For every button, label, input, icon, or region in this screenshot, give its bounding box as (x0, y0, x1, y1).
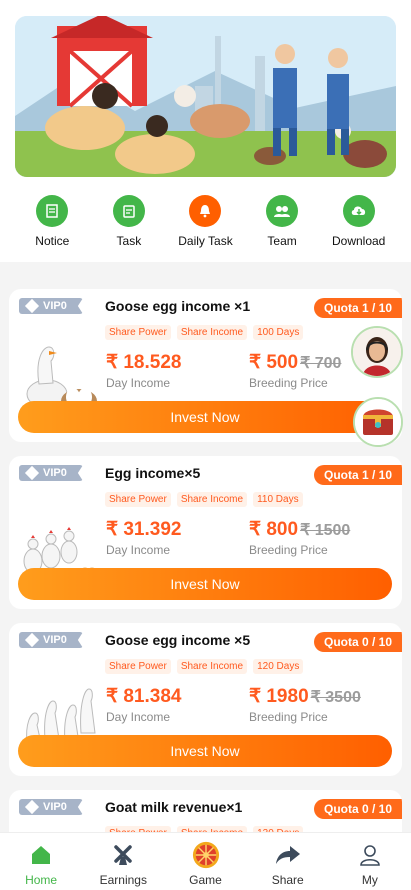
task-icon (112, 195, 145, 227)
vip-label: VIP0 (43, 300, 67, 312)
day-income-label: Day Income (106, 710, 171, 724)
product-tags: Share Power Share Income 110 Days (105, 492, 303, 507)
tag-share-power: Share Power (105, 492, 171, 507)
quick-link-label: Download (331, 234, 386, 248)
invest-now-button[interactable]: Invest Now (18, 568, 392, 600)
quick-link-daily-task[interactable]: Daily Task (170, 195, 240, 248)
quota-badge: Quota 1 / 10 (314, 298, 402, 318)
product-card: VIP0 Egg income×5 Quota 1 / 10 Share Pow… (9, 456, 402, 609)
quick-link-label: Notice (35, 234, 70, 248)
tab-label: Share (271, 873, 304, 887)
tag-share-income: Share Income (176, 659, 248, 674)
vip-badge: VIP0 (19, 298, 83, 314)
quick-link-notice[interactable]: Notice (17, 195, 87, 248)
home-icon (27, 841, 55, 869)
vip-badge: VIP0 (19, 465, 83, 481)
quick-link-task[interactable]: Task (94, 195, 164, 248)
original-price: ₹ 700 (300, 355, 342, 372)
vip-label: VIP0 (43, 467, 67, 479)
farm-banner[interactable] (15, 16, 396, 177)
tab-label: Earnings (99, 873, 147, 887)
vip-label: VIP0 (43, 801, 67, 813)
product-card: VIP0 Goose egg income ×1 Quota 1 / 10 Sh… (9, 289, 402, 442)
quick-link-team[interactable]: Team (247, 195, 317, 248)
product-card: VIP0 Goose egg income ×5 Quota 0 / 10 Sh… (9, 623, 402, 776)
notice-icon (36, 195, 69, 227)
tab-label: My (361, 873, 378, 887)
breeding-price: ₹ 800 ₹ 1500 Breeding Price (249, 518, 350, 557)
windmill-icon (109, 841, 137, 869)
treasure-chest-icon (355, 399, 401, 445)
tab-my[interactable]: My (329, 833, 411, 890)
vip-badge: VIP0 (19, 632, 83, 648)
day-income-label: Day Income (106, 376, 171, 390)
day-income-amount: ₹ 81.384 (106, 686, 182, 707)
quota-badge: Quota 1 / 10 (314, 465, 402, 485)
original-price: ₹ 3500 (310, 689, 361, 706)
product-title: Egg income×5 (105, 465, 201, 481)
share-icon (274, 841, 302, 869)
tab-earnings[interactable]: Earnings (82, 833, 164, 890)
day-income-amount: ₹ 18.528 (106, 352, 182, 373)
tab-home[interactable]: Home (0, 833, 82, 890)
breeding-price-label: Breeding Price (249, 376, 328, 390)
quick-link-label: Team (267, 234, 297, 248)
quota-badge: Quota 0 / 10 (314, 632, 402, 652)
day-income-label: Day Income (106, 543, 171, 557)
customer-service-button[interactable] (351, 326, 403, 378)
tag-share-income: Share Income (176, 325, 248, 340)
original-price: ₹ 1500 (300, 522, 351, 539)
day-income: ₹ 81.384 Day Income (106, 685, 181, 724)
quick-link-label: Task (116, 234, 142, 248)
breeding-price: ₹ 1980 ₹ 3500 Breeding Price (249, 685, 361, 724)
header-section: Notice Task Daily Task Team Download (0, 0, 411, 262)
invest-now-button[interactable]: Invest Now (18, 401, 392, 433)
tag-days: 110 Days (253, 492, 303, 507)
day-income: ₹ 18.528 Day Income (106, 351, 181, 390)
tag-share-power: Share Power (105, 659, 171, 674)
tag-days: 100 Days (253, 325, 304, 340)
diamond-icon (24, 632, 40, 648)
product-title: Goose egg income ×5 (105, 632, 251, 648)
tag-share-power: Share Power (105, 325, 171, 340)
breeding-price-label: Breeding Price (249, 543, 328, 557)
diamond-icon (24, 799, 40, 815)
vip-label: VIP0 (43, 634, 67, 646)
tab-label: Home (25, 873, 58, 887)
tag-days: 120 Days (253, 659, 304, 674)
user-icon (356, 841, 384, 869)
customer-service-avatar-icon (353, 328, 401, 376)
bottom-tab-bar: Home Earnings Game Share My (0, 832, 411, 890)
breeding-price: ₹ 500 ₹ 700 Breeding Price (249, 351, 341, 390)
product-tags: Share Power Share Income 120 Days (105, 659, 304, 674)
quick-link-download[interactable]: Download (324, 195, 394, 248)
day-income: ₹ 31.392 Day Income (106, 518, 181, 557)
breeding-price-label: Breeding Price (249, 710, 328, 724)
wheel-icon (192, 841, 220, 869)
tab-label: Game (189, 873, 222, 887)
treasure-chest-button[interactable] (353, 397, 403, 447)
tab-game[interactable]: Game (164, 833, 246, 890)
vip-badge: VIP0 (19, 799, 83, 815)
quick-links: Notice Task Daily Task Team Download (0, 195, 411, 248)
tag-share-income: Share Income (176, 492, 248, 507)
quota-badge: Quota 0 / 10 (314, 799, 402, 819)
download-icon (342, 195, 375, 227)
price-amount: ₹ 1980 (249, 686, 309, 707)
farm-illustration (15, 16, 396, 177)
price-amount: ₹ 800 (249, 519, 299, 540)
tab-share[interactable]: Share (247, 833, 329, 890)
product-title: Goat milk revenue×1 (105, 799, 243, 815)
bell-icon (189, 195, 222, 227)
price-amount: ₹ 500 (249, 352, 299, 373)
diamond-icon (24, 298, 40, 314)
product-tags: Share Power Share Income 100 Days (105, 325, 304, 340)
day-income-amount: ₹ 31.392 (106, 519, 182, 540)
team-icon (266, 195, 299, 227)
diamond-icon (24, 465, 40, 481)
invest-now-button[interactable]: Invest Now (18, 735, 392, 767)
product-title: Goose egg income ×1 (105, 298, 251, 314)
quick-link-label: Daily Task (178, 234, 233, 248)
